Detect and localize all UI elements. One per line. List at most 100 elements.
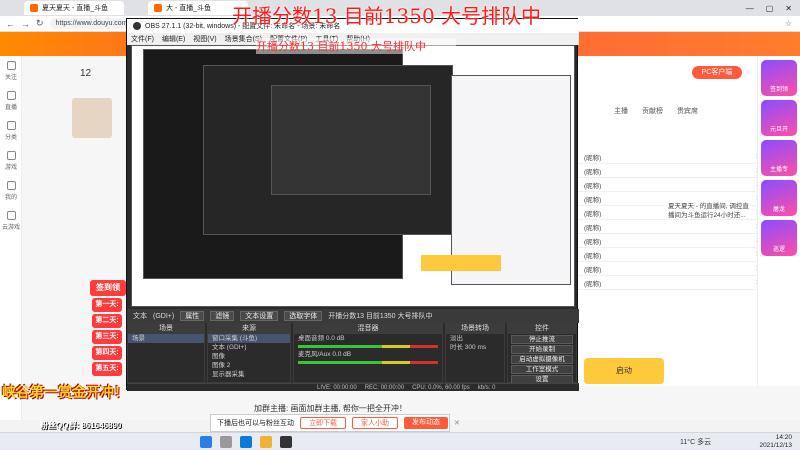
clock[interactable]: 14:20 2021/12/13 [759, 434, 792, 450]
browser-tab[interactable]: 夏天夏天 - 直播_斗鱼 [24, 1, 124, 15]
overlay-headline: 开播分数13 目前1350 大号排队中 [232, 4, 542, 28]
tab-vip[interactable]: 贵宾席 [677, 106, 698, 116]
chat-row[interactable]: (昵称)12:12 [578, 276, 778, 290]
nav-cloud-game[interactable]: 云游戏 [0, 206, 22, 236]
audio-meter [298, 361, 438, 364]
close-icon[interactable]: ✕ [454, 419, 460, 427]
weather-widget[interactable]: 11°C 多云 [680, 437, 711, 447]
audio-meter [298, 345, 438, 348]
virtual-camera-button[interactable]: 启动虚拟摄像机 [511, 355, 573, 364]
minimize-button[interactable]: — [746, 4, 754, 13]
scene-item[interactable]: 场景 [128, 334, 204, 343]
pc-client-button[interactable]: PC客户端 [692, 66, 742, 79]
source-item[interactable]: 图像 [208, 352, 290, 361]
mixer-dock: 混音器 桌面音频 0.0 dB 麦克风/Aux 0.0 dB [293, 323, 443, 383]
source-item[interactable]: 显示器采集 [208, 370, 290, 379]
chat-row[interactable]: (昵称)12:12 [578, 248, 778, 262]
source-name-label: (GDI+) [153, 312, 175, 320]
properties-button[interactable]: 属性 [180, 311, 205, 321]
ad-tile[interactable]: 元旦开 [761, 100, 797, 136]
stop-streaming-button[interactable]: 停止推流 [511, 335, 573, 344]
nav-mine[interactable]: 我的 [0, 176, 22, 206]
promo-day: 第一天: [92, 298, 122, 312]
font-select-button[interactable]: 选取字体 [284, 311, 323, 321]
start-live-button[interactable]: 启动 [584, 358, 664, 384]
chat-row[interactable]: (昵称)12:12 [578, 164, 778, 178]
sign-in-badge: 签到领 [90, 280, 126, 296]
chat-user: (昵称) [584, 168, 602, 176]
chat-row[interactable]: (昵称)12:12 [578, 234, 778, 248]
ad-tile[interactable]: 主播专 [761, 140, 797, 176]
source-item[interactable]: 图像 2 [208, 361, 290, 370]
promo-day: 第五天: [92, 362, 122, 376]
close-button[interactable]: ✕ [785, 4, 792, 13]
chat-row[interactable]: (昵称)12:12 [578, 262, 778, 276]
sources-header: 来源 [208, 324, 290, 334]
text-source-preview: 开播分数13 目前1350 大号排队中 [328, 313, 433, 320]
download-button[interactable]: 立即下载 [300, 417, 346, 429]
cpu-fps: CPU: 0.0%, 60.00 fps [412, 384, 470, 391]
transition-duration[interactable]: 时长 300 ms [446, 343, 504, 352]
menu-edit[interactable]: 编辑(E) [162, 34, 185, 44]
post-update-button[interactable]: 发布动态 [404, 417, 448, 429]
helper-button[interactable]: 家人小助 [352, 417, 398, 429]
sources-dock: 来源 窗口采集 (斗鱼) 文本 (GDI+) 图像 图像 2 显示器采集 [207, 323, 291, 383]
tab-contrib[interactable]: 贡献榜 [642, 106, 663, 116]
menu-view[interactable]: 视图(V) [193, 34, 216, 44]
favorites-icon[interactable]: ☆ [785, 19, 792, 28]
promo-overlay: 签到领 第一天: 第二天: 第三天: 第四天: 第五天: [0, 276, 130, 426]
folder-icon[interactable] [260, 435, 272, 448]
promo-day: 第四天: [92, 346, 122, 360]
back-icon[interactable]: ← [6, 19, 15, 29]
promo-title: 峡谷第一赏金开冲！ [2, 385, 128, 401]
chat-user: (昵称) [584, 280, 602, 288]
stream-description: 夏天夏天 - 的直播间, 调控直播间为斗鱼运行24小时还... [668, 203, 749, 219]
source-item[interactable]: 文本 (GDI+) [208, 343, 290, 352]
tab-anchor[interactable]: 主播 [614, 106, 628, 116]
ad-tile[interactable]: 签到领 [761, 60, 797, 96]
chat-row[interactable]: (昵称)12:12 [578, 150, 778, 164]
source-item[interactable]: 窗口采集 (斗鱼) [208, 334, 290, 343]
obs-window: OBS 27.1.1 (32-bit, windows) - 配置文件: 未命名… [126, 18, 579, 391]
start-recording-button[interactable]: 开始录制 [511, 345, 573, 354]
taskbar: 11°C 多云 14:20 2021/12/13 [0, 432, 800, 450]
ad-tile[interactable]: 屠龙 [761, 180, 797, 216]
mixer-channel: 桌面音频 0.0 dB [298, 335, 345, 342]
windows-start-icon[interactable] [200, 435, 212, 448]
ad-column: 签到领 元旦开 主播专 屠龙 巡逻 [757, 56, 800, 386]
chat-row[interactable]: (昵称)12:12 [578, 178, 778, 192]
streamer-avatar[interactable] [72, 98, 112, 138]
bitrate: kb/s: 0 [477, 384, 496, 391]
tab-title: 大 - 直播_斗鱼 [166, 5, 212, 12]
douyu-favicon-icon [30, 4, 38, 12]
forward-icon[interactable]: → [21, 19, 30, 29]
nav-follow[interactable]: 关注 [0, 56, 22, 86]
text-settings-button[interactable]: 文本设置 [240, 311, 279, 321]
nav-game[interactable]: 游戏 [0, 146, 22, 176]
menu-file[interactable]: 文件(F) [131, 34, 154, 44]
nav-live[interactable]: 直播 [0, 86, 22, 116]
obs-preview[interactable] [131, 45, 575, 307]
promo-day: 第三天: [92, 330, 122, 344]
obs-icon[interactable] [280, 435, 292, 448]
live-timer: LIVE: 00:00:00 [317, 384, 357, 391]
chat-user: (昵称) [584, 182, 602, 190]
source-type-label: 文本 [133, 313, 147, 320]
chat-panel: 主播 贡献榜 贵宾席 (昵称)12:12(昵称)12:12(昵称)12:12(昵… [578, 56, 778, 386]
transition-select[interactable]: 淡出 [446, 334, 504, 343]
chat-row[interactable]: (昵称)12:12 [578, 220, 778, 234]
scenes-header: 场景 [128, 324, 204, 334]
promo-footer: 加群主播: 画面加群主播, 帮你一把全开冲！ [254, 404, 407, 413]
chat-user: (昵称) [584, 266, 602, 274]
filters-button[interactable]: 滤镜 [210, 311, 235, 321]
volume-db: 0.0 dB [325, 335, 345, 342]
promo-qq: 粉丝QQ群: 861646890 [40, 421, 122, 430]
maximize-button[interactable]: ▢ [766, 4, 774, 13]
ad-tile[interactable]: 巡逻 [761, 220, 797, 256]
reload-icon[interactable]: ↻ [36, 18, 44, 29]
gamepad-icon [6, 151, 16, 160]
search-icon[interactable] [220, 435, 232, 448]
nav-category[interactable]: 分类 [0, 116, 22, 146]
studio-mode-button[interactable]: 工作室模式 [511, 365, 573, 374]
edge-icon[interactable] [240, 435, 252, 448]
